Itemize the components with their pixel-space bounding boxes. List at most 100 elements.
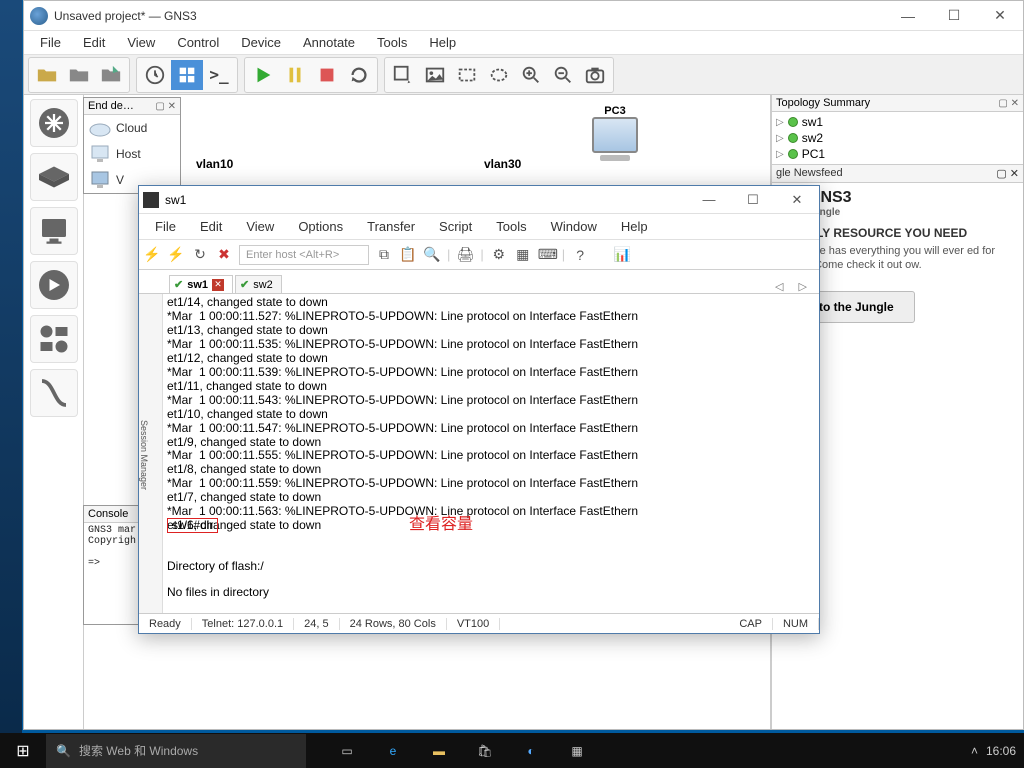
- session-manager-label[interactable]: Session Manager: [139, 294, 163, 613]
- enddev-host[interactable]: Host: [84, 141, 180, 167]
- task-view-icon[interactable]: ▭: [336, 740, 358, 762]
- link-category-icon[interactable]: [30, 369, 78, 417]
- tab-sw2[interactable]: ✔sw2: [235, 275, 282, 293]
- tmenu-view[interactable]: View: [234, 217, 286, 236]
- term-tabs: ✔sw1✕ ✔sw2 ◁ ▷: [139, 270, 819, 294]
- term-minimize-button[interactable]: —: [687, 186, 731, 214]
- copy-icon[interactable]: ⧉: [375, 246, 393, 263]
- app2-icon[interactable]: ▦: [566, 740, 588, 762]
- term-close-button[interactable]: ✕: [775, 186, 819, 214]
- connect-icon[interactable]: ⚡: [143, 246, 161, 263]
- find-icon[interactable]: 🔍: [423, 246, 441, 263]
- grid-icon[interactable]: [171, 60, 203, 90]
- tmenu-help[interactable]: Help: [609, 217, 660, 236]
- keymap-icon[interactable]: ⌨: [538, 246, 556, 263]
- all-category-icon[interactable]: [30, 315, 78, 363]
- tmenu-options[interactable]: Options: [286, 217, 355, 236]
- topology-panel: Topology Summary▢ ✕ ▷sw1 ▷sw2 ▷PC1: [772, 95, 1023, 165]
- tab-nav-arrows[interactable]: ◁ ▷: [775, 280, 819, 293]
- stop-icon[interactable]: [311, 60, 343, 90]
- panel-undock-icon[interactable]: ▢ ✕: [996, 167, 1019, 180]
- node-pc3[interactable]: PC3: [592, 105, 638, 161]
- tab-close-icon[interactable]: ✕: [212, 279, 224, 291]
- reload-icon[interactable]: [343, 60, 375, 90]
- enddev-cloud[interactable]: Cloud: [84, 115, 180, 141]
- system-tray[interactable]: ˄ 16:06: [971, 744, 1024, 758]
- status-ready: Ready: [139, 618, 192, 630]
- menu-edit[interactable]: Edit: [73, 33, 115, 52]
- tray-chevron-icon[interactable]: ˄: [971, 744, 978, 758]
- screenshot-icon[interactable]: [579, 60, 611, 90]
- tmenu-script[interactable]: Script: [427, 217, 484, 236]
- panel-undock-icon[interactable]: ▢ ✕: [155, 101, 176, 112]
- save-icon[interactable]: [95, 60, 127, 90]
- reconnect-icon[interactable]: ↻: [191, 246, 209, 263]
- minimize-button[interactable]: —: [885, 1, 931, 31]
- image-icon[interactable]: [419, 60, 451, 90]
- host-input[interactable]: Enter host <Alt+R>: [239, 245, 369, 265]
- sessions-icon[interactable]: ▦: [514, 246, 532, 263]
- menu-file[interactable]: File: [30, 33, 71, 52]
- menu-help[interactable]: Help: [419, 33, 466, 52]
- new-project-icon[interactable]: [63, 60, 95, 90]
- print-icon[interactable]: 🖨: [456, 246, 474, 263]
- clock[interactable]: 16:06: [986, 744, 1016, 758]
- panel-undock-icon[interactable]: ▢ ✕: [998, 98, 1019, 109]
- rect-icon[interactable]: [451, 60, 483, 90]
- switch-category-icon[interactable]: [30, 153, 78, 201]
- search-icon: 🔍: [56, 744, 71, 758]
- router-category-icon[interactable]: [30, 99, 78, 147]
- close-button[interactable]: ✕: [977, 1, 1023, 31]
- app1-icon[interactable]: ◐: [520, 740, 542, 762]
- security-category-icon[interactable]: [30, 261, 78, 309]
- enddev-title: End de…: [88, 100, 134, 112]
- tmenu-edit[interactable]: Edit: [188, 217, 234, 236]
- annotate-icon[interactable]: [387, 60, 419, 90]
- term-maximize-button[interactable]: ☐: [731, 186, 775, 214]
- start-button[interactable]: ⊞: [0, 741, 46, 761]
- menu-device[interactable]: Device: [231, 33, 291, 52]
- status-size: 24 Rows, 80 Cols: [340, 618, 447, 630]
- store-icon[interactable]: 🛍: [474, 740, 496, 762]
- topo-item-sw2[interactable]: ▷sw2: [776, 130, 1019, 146]
- dir-command-highlight: sw1#dir: [167, 518, 218, 533]
- tab-sw1[interactable]: ✔sw1✕: [169, 275, 233, 293]
- edge-icon[interactable]: e: [382, 740, 404, 762]
- open-project-icon[interactable]: [31, 60, 63, 90]
- titlebar[interactable]: Unsaved project* — GNS3 — ☐ ✕: [24, 1, 1023, 31]
- menu-control[interactable]: Control: [167, 33, 229, 52]
- vlan10-label: vlan10: [196, 157, 233, 171]
- maximize-button[interactable]: ☐: [931, 1, 977, 31]
- annotation-text: 查看容量: [409, 516, 473, 533]
- chart-icon[interactable]: 📊: [613, 246, 631, 263]
- terminal-output[interactable]: et1/14, changed state to down *Mar 1 00:…: [163, 294, 819, 613]
- explorer-icon[interactable]: ▬: [428, 740, 450, 762]
- help-icon[interactable]: ?: [571, 247, 589, 263]
- tmenu-tools[interactable]: Tools: [484, 217, 538, 236]
- zoom-out-icon[interactable]: [547, 60, 579, 90]
- enddevice-category-icon[interactable]: [30, 207, 78, 255]
- tmenu-transfer[interactable]: Transfer: [355, 217, 427, 236]
- ellipse-icon[interactable]: [483, 60, 515, 90]
- status-dot-icon: [788, 149, 798, 159]
- menu-annotate[interactable]: Annotate: [293, 33, 365, 52]
- paste-icon[interactable]: 📋: [399, 246, 417, 263]
- clock-icon[interactable]: [139, 60, 171, 90]
- tmenu-window[interactable]: Window: [539, 217, 609, 236]
- pause-icon[interactable]: [279, 60, 311, 90]
- menu-view[interactable]: View: [117, 33, 165, 52]
- quick-connect-icon[interactable]: ⚡: [167, 246, 185, 263]
- enddevices-panel[interactable]: End de…▢ ✕ Cloud Host V: [83, 97, 181, 194]
- disconnect-icon[interactable]: ✖: [215, 246, 233, 263]
- term-titlebar[interactable]: sw1 — ☐ ✕: [139, 186, 819, 214]
- zoom-in-icon[interactable]: [515, 60, 547, 90]
- console-icon[interactable]: >_: [203, 60, 235, 90]
- menu-tools[interactable]: Tools: [367, 33, 417, 52]
- play-icon[interactable]: [247, 60, 279, 90]
- settings-icon[interactable]: ⚙: [490, 246, 508, 263]
- topo-item-pc1[interactable]: ▷PC1: [776, 146, 1019, 162]
- status-pos: 24, 5: [294, 618, 339, 630]
- topo-item-sw1[interactable]: ▷sw1: [776, 114, 1019, 130]
- tmenu-file[interactable]: File: [143, 217, 188, 236]
- taskbar-search[interactable]: 🔍搜索 Web 和 Windows: [46, 734, 306, 768]
